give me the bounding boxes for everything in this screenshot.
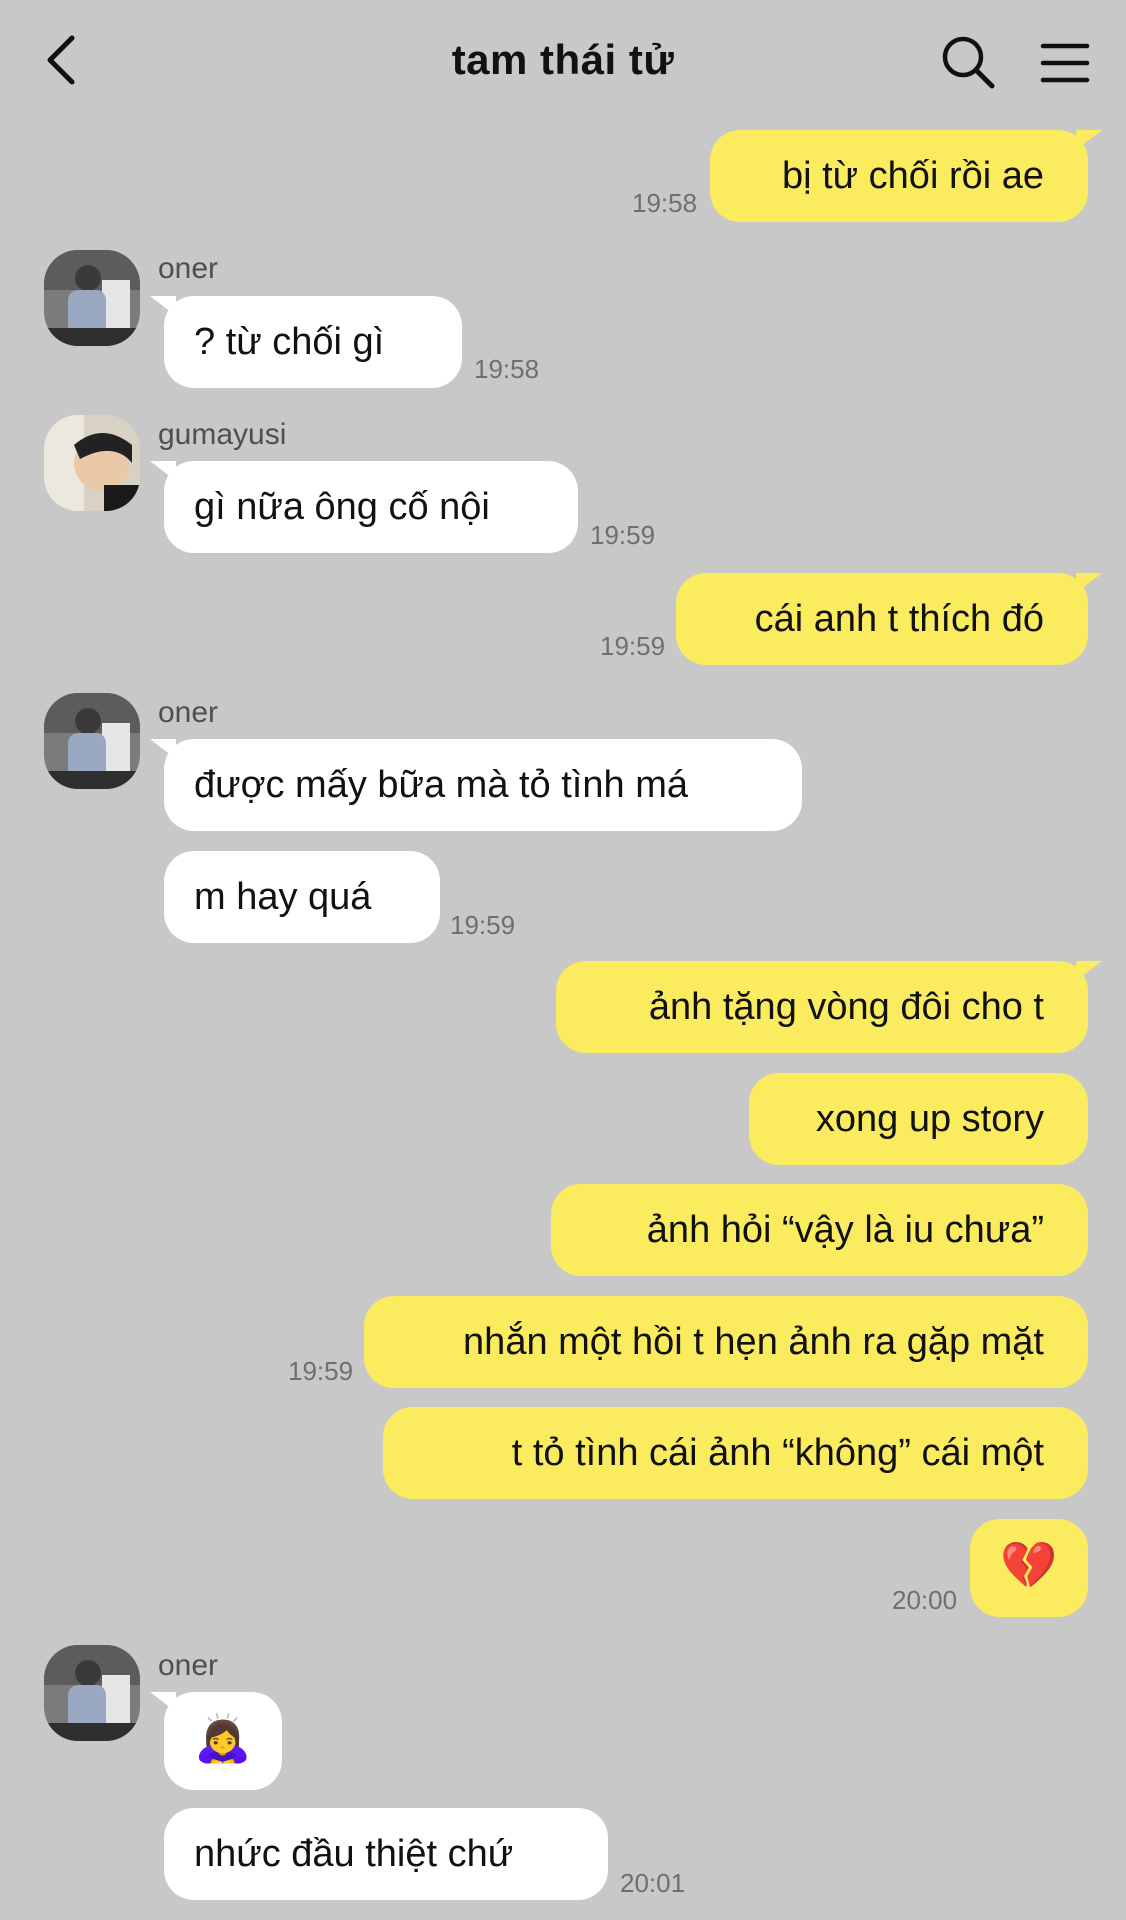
their-message-bubble[interactable]: m hay quá (164, 851, 440, 943)
avatar-oner[interactable] (44, 1645, 140, 1741)
broken-heart-icon: 💔 (1000, 1539, 1058, 1591)
my-message-bubble[interactable]: nhắn một hồi t hẹn ảnh ra gặp mặt (364, 1296, 1088, 1388)
chat-header: tam thái tử (0, 0, 1126, 120)
message-timestamp: 19:58 (474, 354, 540, 384)
my-message-bubble[interactable]: ảnh tặng vòng đôi cho t (556, 961, 1088, 1053)
their-message-bubble[interactable]: nhức đầu thiệt chứ (164, 1808, 608, 1900)
their-message-bubble[interactable]: gì nữa ông cố nội (164, 461, 578, 553)
my-message-bubble[interactable]: bị từ chối rồi ae (710, 130, 1088, 222)
their-message-bubble[interactable]: ? từ chối gì (164, 296, 462, 388)
my-message-bubble[interactable]: cái anh t thích đó (676, 573, 1088, 665)
my-message-bubble[interactable]: xong up story (749, 1073, 1088, 1165)
my-message-bubble[interactable]: t tỏ tình cái ảnh “không” cái một (383, 1407, 1088, 1499)
my-message-bubble[interactable]: 💔 (970, 1519, 1088, 1617)
bubble-tail (1076, 573, 1102, 593)
avatar-gumayusi[interactable] (44, 415, 140, 511)
bubble-tail (1076, 130, 1102, 150)
their-message-bubble[interactable]: 🙇‍♀️ (164, 1692, 282, 1790)
message-timestamp: 20:01 (620, 1868, 686, 1898)
message-timestamp: 19:59 (600, 631, 666, 661)
message-timestamp: 19:59 (288, 1356, 354, 1386)
message-timestamp: 19:59 (590, 520, 656, 550)
avatar-oner[interactable] (44, 693, 140, 789)
search-icon[interactable] (940, 34, 996, 90)
sender-name: oner (158, 1649, 219, 1682)
person-bowing-icon: 🙇‍♀️ (194, 1712, 252, 1764)
hamburger-menu-icon[interactable] (1040, 38, 1090, 88)
bubble-tail (1076, 961, 1102, 981)
avatar-oner[interactable] (44, 250, 140, 346)
sender-name: oner (158, 252, 219, 285)
their-message-bubble[interactable]: được mấy bữa mà tỏ tình má (164, 739, 802, 831)
message-timestamp: 19:59 (450, 910, 516, 940)
sender-name: oner (158, 696, 219, 729)
my-message-bubble[interactable]: ảnh hỏi “vậy là iu chưa” (551, 1184, 1088, 1276)
sender-name: gumayusi (158, 418, 287, 451)
message-timestamp: 19:58 (632, 188, 698, 218)
message-timestamp: 20:00 (892, 1585, 958, 1615)
